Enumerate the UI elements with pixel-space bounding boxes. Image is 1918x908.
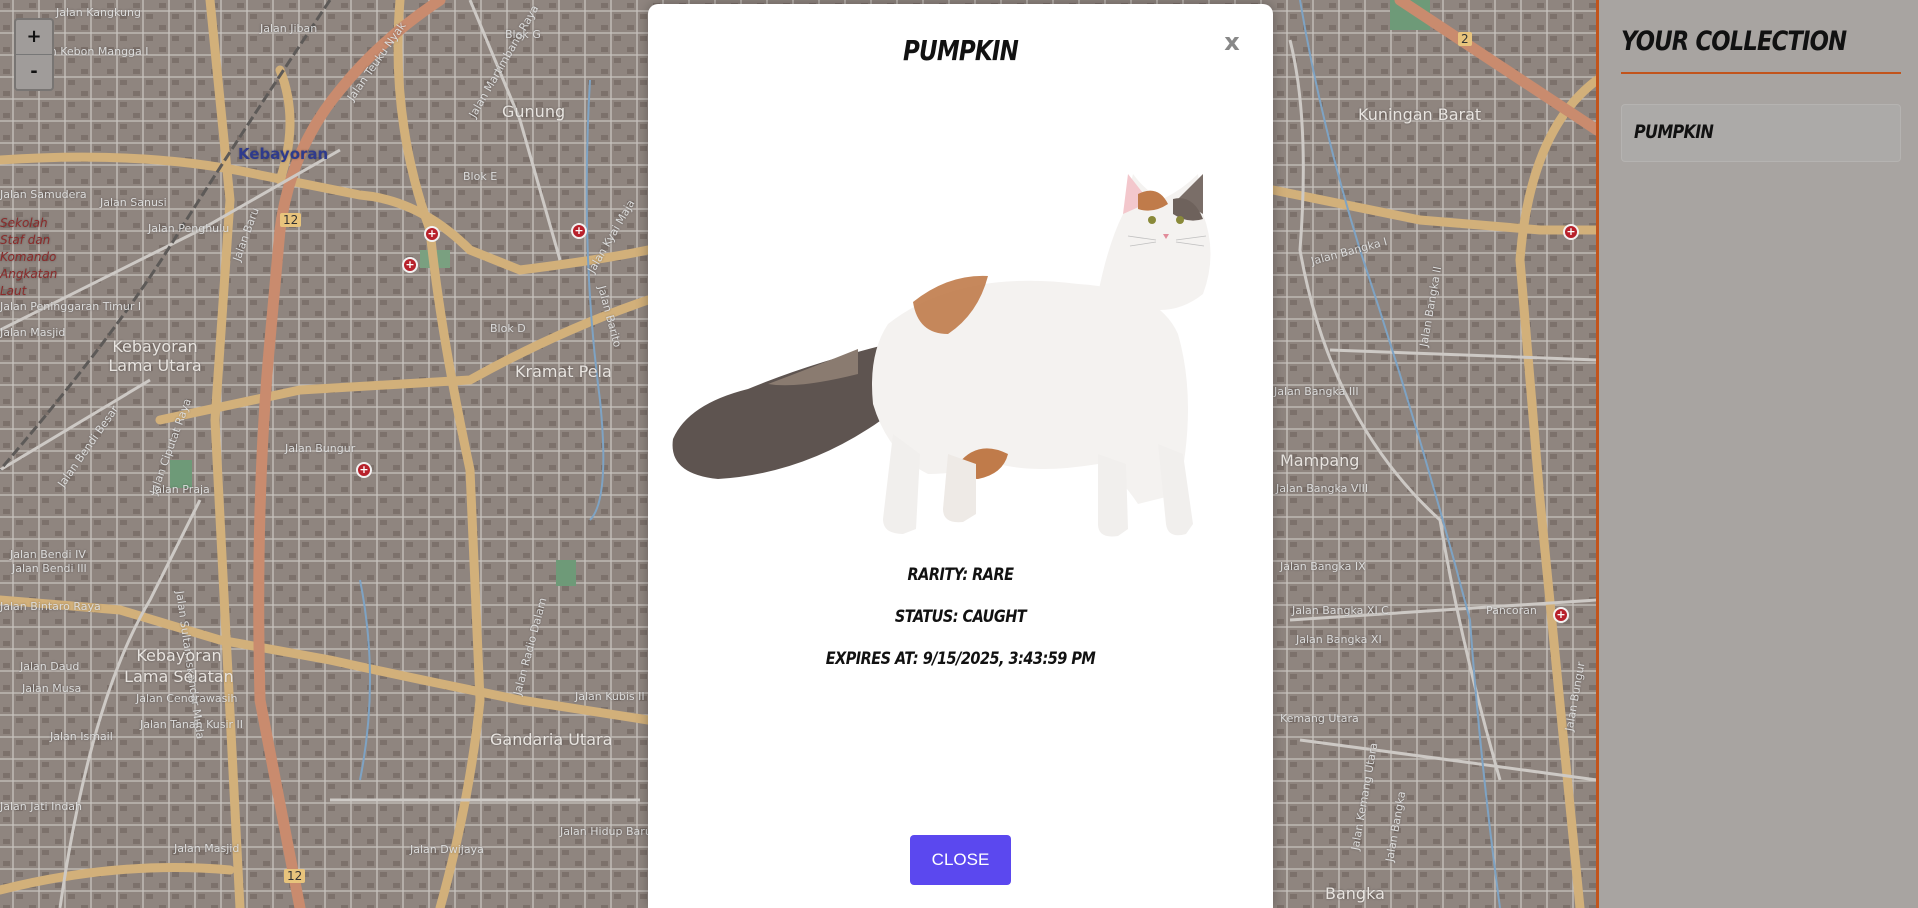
- close-icon[interactable]: x: [1220, 30, 1244, 54]
- map-label: Jalan Bangka XI: [1296, 633, 1382, 646]
- hospital-pin-icon[interactable]: +: [356, 462, 372, 478]
- map-label: Gandaria Utara: [490, 730, 613, 749]
- map-label: Jalan Peninggaran Timur I: [0, 300, 142, 313]
- map-label: Kebayoran: [238, 145, 329, 163]
- map-label: Jalan Kubis II: [575, 690, 645, 703]
- map-label: Jalan Sanusi: [100, 196, 167, 209]
- hospital-pin-icon[interactable]: +: [402, 257, 418, 273]
- map-label: Jalan Bangka XI C: [1292, 604, 1389, 617]
- map-label: Mampang: [1280, 451, 1360, 470]
- map-label: Jalan Tanah Kusir II: [140, 718, 244, 731]
- map-label: Jalan Samudera: [0, 188, 87, 201]
- sidebar-title: Your Collection: [1621, 26, 1847, 57]
- map-label: Jalan Hidup Baru: [560, 825, 652, 838]
- collection-item[interactable]: Pumpkin: [1621, 104, 1901, 162]
- map-label: Jalan Praja: [152, 483, 210, 496]
- hospital-pin-icon[interactable]: +: [424, 226, 440, 242]
- map-label: Gunung: [502, 102, 566, 121]
- map-label: Pancoran: [1486, 604, 1537, 617]
- map-label: Jalan Penghulu: [148, 222, 230, 235]
- map-label: Jalan Bangka III: [1274, 385, 1359, 398]
- zoom-in-button[interactable]: +: [16, 20, 52, 55]
- map-label: Kebayoran Lama Selatan: [124, 646, 234, 686]
- map-label: Blok E: [463, 170, 498, 183]
- close-button[interactable]: Close: [910, 835, 1011, 885]
- map-label: Jalan Bangka IX: [1280, 560, 1366, 573]
- status-text: Status: Caught: [894, 607, 1027, 627]
- collection-item-label: Pumpkin: [1634, 121, 1714, 143]
- map-label: Jalan Masjid: [0, 326, 66, 339]
- map-label: Kebayoran Lama Utara: [108, 337, 202, 375]
- road-number: 12: [280, 213, 302, 227]
- map-label-school: Sekolah Staf dan Komando Angkatan Laut: [0, 216, 58, 298]
- hospital-pin-icon[interactable]: +: [1563, 224, 1579, 240]
- map-label: Kuningan Barat: [1358, 105, 1482, 124]
- map-label: Jalan Musa: [22, 682, 82, 695]
- map-label: Jalan Jati Indah: [0, 800, 83, 813]
- map-label: Jalan Masjid: [174, 842, 240, 855]
- map-label: Kemang Utara: [1280, 712, 1359, 725]
- hospital-pin-icon[interactable]: +: [571, 223, 587, 239]
- map-label: Jalan Bangka VIII: [1276, 482, 1369, 495]
- zoom-control: + -: [14, 18, 54, 91]
- map-label: Jalan Bendi III: [12, 562, 87, 575]
- modal-title: Pumpkin: [903, 34, 1019, 67]
- map-label: Jalan Ismail: [50, 730, 113, 743]
- calico-cat-illustration: [672, 174, 1211, 537]
- map-label: Kramat Pela: [515, 362, 612, 381]
- map-label: Jalan Dwijaya: [410, 843, 484, 856]
- map-label: Jalan Kangkung: [56, 6, 141, 19]
- road-number: 12: [284, 869, 306, 883]
- hospital-pin-icon[interactable]: +: [1553, 607, 1569, 623]
- collection-sidebar: Your Collection Pumpkin: [1596, 0, 1918, 908]
- cat-detail-modal: Pumpkin x Rarity: Rare Stat: [648, 4, 1273, 908]
- map-label: Jalan Cendrawasih: [136, 692, 238, 705]
- road-number: 2: [1458, 32, 1472, 46]
- sidebar-divider: [1621, 72, 1901, 74]
- map-label: Jalan Bintaro Raya: [0, 600, 101, 613]
- map-label: Jalan Bendi IV: [10, 548, 86, 561]
- map-label: Jalan Jiban: [260, 22, 318, 35]
- expires-text: Expires At: 9/15/2025, 3:43:59 PM: [825, 649, 1096, 669]
- map-label: Blok D: [490, 322, 526, 335]
- map-label: Jalan Daud: [20, 660, 80, 673]
- map-label: Bangka: [1325, 884, 1385, 903]
- zoom-out-button[interactable]: -: [16, 55, 52, 89]
- map-label: Jalan Bungur: [285, 442, 356, 455]
- rarity-text: Rarity: Rare: [907, 565, 1014, 585]
